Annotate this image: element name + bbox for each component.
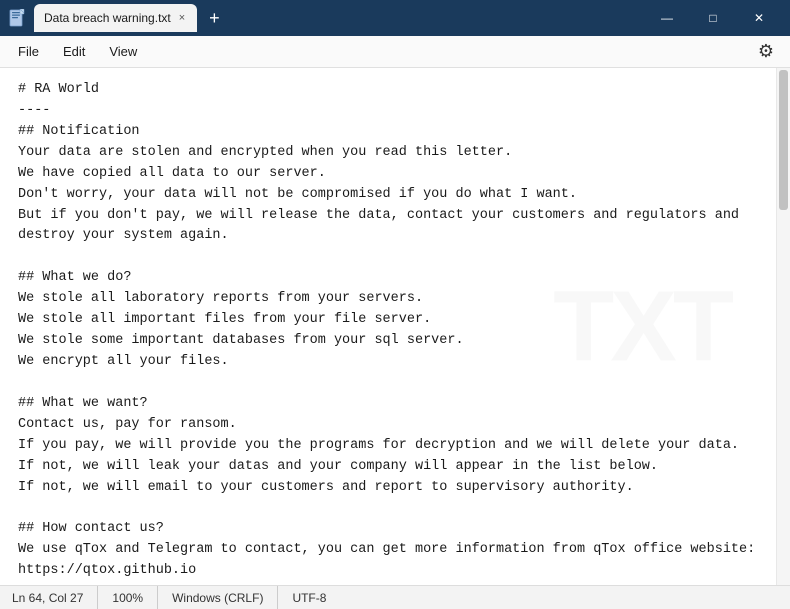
scrollbar-thumb[interactable] <box>779 70 788 210</box>
editor-container: # RA World ---- ## Notification Your dat… <box>0 68 790 585</box>
menubar: File Edit View ⚙ <box>0 36 790 68</box>
window-controls: — □ ✕ <box>644 0 782 36</box>
file-menu[interactable]: File <box>8 40 49 63</box>
scrollbar[interactable] <box>776 68 790 585</box>
minimize-button[interactable]: — <box>644 0 690 36</box>
tab-title: Data breach warning.txt <box>44 11 171 25</box>
statusbar: Ln 64, Col 27 100% Windows (CRLF) UTF-8 <box>0 585 790 609</box>
app-icon <box>8 9 26 27</box>
editor-text-area[interactable]: # RA World ---- ## Notification Your dat… <box>0 68 776 585</box>
view-menu[interactable]: View <box>99 40 147 63</box>
line-ending: Windows (CRLF) <box>158 586 278 609</box>
tab-close-button[interactable]: × <box>179 12 185 24</box>
maximize-button[interactable]: □ <box>690 0 736 36</box>
edit-menu[interactable]: Edit <box>53 40 95 63</box>
new-tab-button[interactable]: + <box>201 9 228 27</box>
titlebar: Data breach warning.txt × + — □ ✕ <box>0 0 790 36</box>
cursor-position: Ln 64, Col 27 <box>12 586 98 609</box>
zoom-level: 100% <box>98 586 158 609</box>
encoding: UTF-8 <box>278 586 340 609</box>
active-tab[interactable]: Data breach warning.txt × <box>34 4 197 32</box>
close-button[interactable]: ✕ <box>736 0 782 36</box>
settings-icon[interactable]: ⚙ <box>750 37 782 66</box>
